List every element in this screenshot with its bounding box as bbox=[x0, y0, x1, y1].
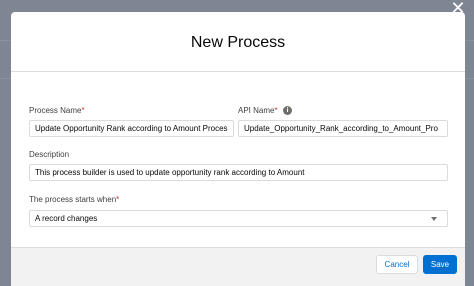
description-value: This process builder is used to update o… bbox=[35, 168, 305, 177]
api-name-label-text: API Name bbox=[238, 106, 275, 115]
description-input[interactable]: This process builder is used to update o… bbox=[29, 164, 448, 181]
modal-header: New Process bbox=[11, 12, 465, 72]
required-mark: * bbox=[274, 106, 278, 115]
api-name-value: Update_Opportunity_Rank_according_to_Amo… bbox=[244, 124, 438, 133]
process-name-input[interactable]: Update Opportunity Rank according to Amo… bbox=[29, 120, 234, 137]
api-name-label: API Name* bbox=[238, 106, 278, 115]
info-icon[interactable]: i bbox=[283, 106, 292, 115]
starts-when-selected: A record changes bbox=[35, 214, 98, 223]
starts-when-label-text: The process starts when bbox=[29, 195, 117, 204]
cancel-button[interactable]: Cancel bbox=[376, 255, 418, 274]
process-name-value: Update Opportunity Rank according to Amo… bbox=[35, 124, 228, 133]
description-label: Description bbox=[29, 150, 70, 159]
required-mark: * bbox=[81, 106, 85, 115]
new-process-modal: New Process Process Name* Update Opportu… bbox=[11, 12, 465, 286]
starts-when-select[interactable]: A record changes bbox=[29, 210, 448, 227]
modal-title: New Process bbox=[190, 34, 286, 51]
process-name-label: Process Name* bbox=[29, 106, 85, 115]
save-button[interactable]: Save bbox=[423, 255, 457, 274]
starts-when-label: The process starts when* bbox=[29, 195, 119, 204]
chevron-down-icon bbox=[431, 217, 437, 221]
api-name-input[interactable]: Update_Opportunity_Rank_according_to_Amo… bbox=[238, 120, 448, 137]
process-name-label-text: Process Name bbox=[29, 106, 82, 115]
required-mark: * bbox=[116, 195, 120, 204]
modal-body: Process Name* Update Opportunity Rank ac… bbox=[11, 73, 465, 247]
modal-footer: Cancel Save bbox=[11, 247, 465, 286]
